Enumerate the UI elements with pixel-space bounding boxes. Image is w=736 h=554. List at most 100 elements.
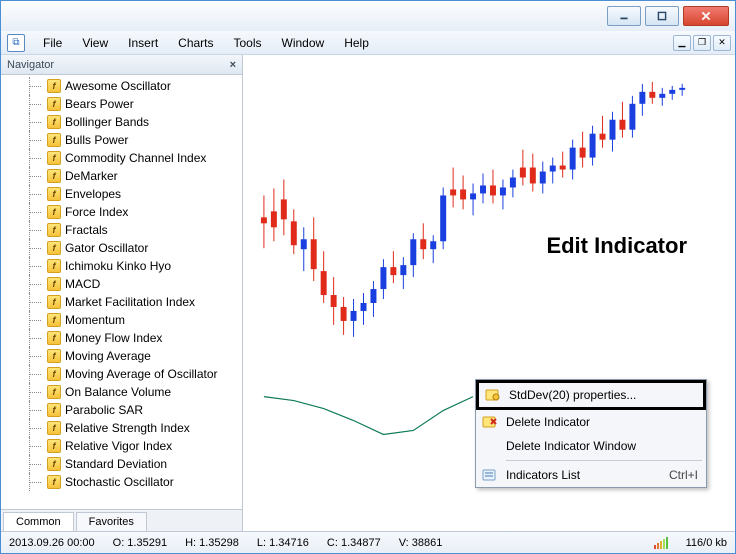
connection-bars-icon [654,537,668,549]
tree-item[interactable]: fBollinger Bands [1,113,242,131]
mdi-close-button[interactable]: ✕ [713,35,731,51]
tab-favorites[interactable]: Favorites [76,512,147,531]
app-icon: ⧉ [7,34,25,52]
menu-item-delete-window[interactable]: Delete Indicator Window [476,434,706,458]
navigator-panel: Navigator × fAwesome OscillatorfBears Po… [1,55,243,531]
tree-item-label: Relative Strength Index [65,421,190,435]
tree-item-label: Standard Deviation [65,457,167,471]
mdi-minimize-button[interactable]: ▁ [673,35,691,51]
mdi-restore-button[interactable]: ❐ [693,35,711,51]
tree-item-label: Money Flow Index [65,331,162,345]
tree-item[interactable]: fEnvelopes [1,185,242,203]
menu-insert[interactable]: Insert [118,33,168,53]
indicator-icon: f [47,169,61,183]
status-network: 116/0 kb [686,537,727,549]
menu-file[interactable]: File [33,33,72,53]
tree-item[interactable]: f Stochastic Oscillator [1,473,242,491]
tree-item[interactable]: f Moving Average [1,347,242,365]
menu-tools[interactable]: Tools [224,33,272,53]
tree-item-label: Bulls Power [65,133,128,147]
tree-item[interactable]: f Gator Oscillator [1,239,242,257]
tree-item-label: Moving Average [65,349,151,363]
indicator-icon: f [47,403,61,417]
tree-item[interactable]: fMoving Average of Oscillator [1,365,242,383]
chart-area[interactable]: Edit Indicator StdDev(20) properties... … [243,55,735,531]
menu-charts[interactable]: Charts [168,33,223,53]
menu-help[interactable]: Help [334,33,379,53]
tree-item[interactable]: fRelative Vigor Index [1,437,242,455]
status-low: L: 1.34716 [257,537,309,549]
tree-item[interactable]: fStandard Deviation [1,455,242,473]
indicator-icon: f [47,277,61,291]
tree-item[interactable]: f Money Flow Index [1,329,242,347]
tree-item[interactable]: fMomentum [1,311,242,329]
context-menu: StdDev(20) properties... Delete Indicato… [475,379,707,488]
navigator-tabs: Common Favorites [1,509,242,531]
indicator-icon: f [47,475,61,489]
menu-item-delete-indicator[interactable]: Delete Indicator [476,410,706,434]
tree-item[interactable]: fOn Balance Volume [1,383,242,401]
menu-item-properties[interactable]: StdDev(20) properties... [479,383,703,407]
tree-item-label: Fractals [65,223,108,237]
tree-item-label: Awesome Oscillator [65,79,171,93]
status-bar: 2013.09.26 00:00 O: 1.35291 H: 1.35298 L… [1,531,735,553]
app-window: ⧉ FileViewInsertChartsToolsWindowHelp ▁ … [0,0,736,554]
menu-item-indicators-list-label: Indicators List [506,468,580,482]
maximize-button[interactable] [645,6,679,26]
menu-item-delete-indicator-label: Delete Indicator [506,415,590,429]
menu-item-shortcut: Ctrl+I [669,468,698,482]
indicator-icon: f [47,187,61,201]
indicator-icon: f [47,133,61,147]
close-button[interactable] [683,6,729,26]
titlebar [1,1,735,31]
menu-item-indicators-list[interactable]: Indicators List Ctrl+I [476,463,706,487]
tree-item[interactable]: fForce Index [1,203,242,221]
indicator-icon: f [47,205,61,219]
mdi-controls: ▁ ❐ ✕ [673,35,731,51]
indicator-icon: f [47,223,61,237]
tree-item-label: Commodity Channel Index [65,151,206,165]
tree-item-label: Parabolic SAR [65,403,143,417]
minimize-button[interactable] [607,6,641,26]
context-menu-highlighted: StdDev(20) properties... [476,380,706,410]
tree-item-label: Relative Vigor Index [65,439,172,453]
indicator-icon: f [47,331,61,345]
indicator-icon: f [47,313,61,327]
tree-item[interactable]: fMACD [1,275,242,293]
tree-item[interactable]: fDeMarker [1,167,242,185]
delete-window-icon [480,438,500,454]
indicators-list-icon [480,467,500,483]
navigator-tree[interactable]: fAwesome OscillatorfBears PowerfBollinge… [1,75,242,509]
indicator-icon: f [47,241,61,255]
status-open: O: 1.35291 [113,537,167,549]
menu-view[interactable]: View [72,33,118,53]
tree-item[interactable]: fIchimoku Kinko Hyo [1,257,242,275]
navigator-close-icon[interactable]: × [230,59,236,71]
tree-item[interactable]: f Awesome Oscillator [1,77,242,95]
indicator-icon: f [47,115,61,129]
tree-item[interactable]: fRelative Strength Index [1,419,242,437]
tree-item[interactable]: f Bulls Power [1,131,242,149]
tree-item-label: Gator Oscillator [65,241,148,255]
delete-indicator-icon [480,414,500,430]
tree-item[interactable]: fMarket Facilitation Index [1,293,242,311]
tree-item-label: Market Facilitation Index [65,295,195,309]
menu-item-properties-label: StdDev(20) properties... [509,388,636,402]
indicator-icon: f [47,79,61,93]
tree-item[interactable]: fBears Power [1,95,242,113]
tree-item[interactable]: f Fractals [1,221,242,239]
tree-item-label: Stochastic Oscillator [65,475,174,489]
tree-item-label: Ichimoku Kinko Hyo [65,259,171,273]
tree-item-label: On Balance Volume [65,385,171,399]
menu-window[interactable]: Window [272,33,335,53]
tab-common[interactable]: Common [3,512,74,531]
indicator-icon: f [47,349,61,363]
tree-item[interactable]: f Commodity Channel Index [1,149,242,167]
indicator-icon: f [47,151,61,165]
navigator-title: Navigator [7,59,54,71]
workspace: Navigator × fAwesome OscillatorfBears Po… [1,55,735,531]
tree-item-label: Bears Power [65,97,134,111]
tree-item[interactable]: f Parabolic SAR [1,401,242,419]
menubar: ⧉ FileViewInsertChartsToolsWindowHelp ▁ … [1,31,735,55]
context-menu-separator [506,460,702,461]
